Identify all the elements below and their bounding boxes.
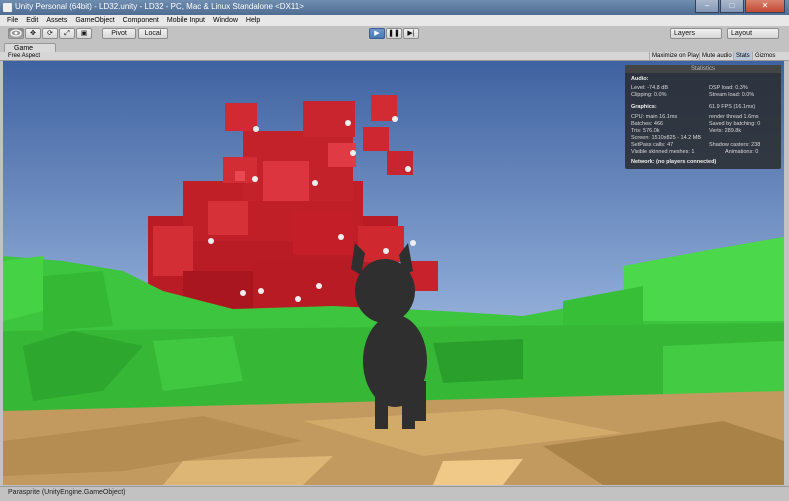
scale-tool-button[interactable]: ⤢: [59, 28, 75, 39]
network-readout: Network: (no players connected): [631, 159, 717, 165]
skinned-meshes-readout: Visible skinned meshes: 1: [631, 149, 695, 155]
menu-gameobject[interactable]: GameObject: [75, 15, 114, 26]
status-text: Parasprite (UnityEngine.GameObject): [8, 489, 126, 496]
maximize-on-play-toggle[interactable]: Maximize on Play: [649, 52, 701, 60]
menu-window[interactable]: Window: [213, 15, 238, 26]
tab-game[interactable]: Game: [4, 43, 56, 52]
layers-dropdown[interactable]: Layers: [670, 28, 722, 39]
menu-mobile-input[interactable]: Mobile Input: [167, 15, 205, 26]
scale-icon: ⤢: [64, 30, 70, 37]
verts-readout: Verts: 289.8k: [709, 128, 742, 134]
menu-component[interactable]: Component: [123, 15, 159, 26]
cpu-readout: CPU: main 16.1ms: [631, 114, 678, 120]
play-button[interactable]: ▶: [369, 28, 385, 39]
eye-icon: [10, 29, 22, 37]
game-tab-label: Game: [14, 45, 34, 52]
play-icon: ▶: [374, 30, 380, 37]
screen-readout: Screen: 1510x825 - 14.2 MB: [631, 135, 702, 141]
statistics-title: Statistics: [625, 65, 781, 73]
layout-label: Layout: [731, 30, 753, 37]
rotate-icon: ⟳: [47, 30, 53, 37]
pause-button[interactable]: ❚❚: [386, 28, 402, 39]
rect-tool-button[interactable]: ▣: [76, 28, 92, 39]
menu-assets[interactable]: Assets: [46, 15, 67, 26]
pivot-toggle[interactable]: Pivot: [102, 28, 136, 39]
aspect-dropdown[interactable]: Free Aspect: [8, 52, 40, 60]
move-icon: ✥: [30, 30, 36, 37]
local-toggle[interactable]: Local: [138, 28, 168, 39]
game-viewport[interactable]: Statistics Audio: Level: -74.8 dB DSP lo…: [3, 61, 784, 485]
maximize-button[interactable]: □: [720, 0, 744, 13]
render-thread-readout: render thread 1.6ms: [709, 114, 759, 120]
animations-readout: Animations: 0: [725, 149, 759, 155]
layout-dropdown[interactable]: Layout: [727, 28, 779, 39]
pause-icon: ❚❚: [388, 30, 400, 37]
status-bar: Parasprite (UnityEngine.GameObject): [0, 486, 789, 501]
title-bar: Unity Personal (64bit) - LD32.unity - LD…: [0, 0, 789, 15]
stats-toggle[interactable]: Stats: [733, 52, 752, 60]
stream-load: Stream load: 0.0%: [709, 92, 755, 98]
game-view-toolbar: Free Aspect Maximize on Play Mute audio …: [0, 52, 789, 61]
statistics-overlay: Statistics Audio: Level: -74.8 dB DSP lo…: [625, 65, 781, 169]
minimize-button[interactable]: –: [695, 0, 719, 13]
rotate-tool-button[interactable]: ⟳: [42, 28, 58, 39]
menu-file[interactable]: File: [7, 15, 18, 26]
unity-app-icon: [3, 3, 12, 12]
fps-readout: 61.9 FPS (16.1ms): [709, 104, 756, 110]
batches-readout: Batches: 466: [631, 121, 664, 127]
window-controls: – □ ✕: [695, 0, 785, 13]
step-icon: ▶|: [407, 30, 415, 37]
gizmos-dropdown[interactable]: Gizmos: [752, 52, 777, 60]
close-button[interactable]: ✕: [745, 0, 785, 13]
setpass-readout: SetPass calls: 47: [631, 142, 674, 148]
audio-level: Level: -74.8 dB: [631, 85, 668, 91]
rect-icon: ▣: [80, 30, 88, 37]
main-toolbar: ✥ ⟳ ⤢ ▣ Pivot Local ▶ ❚❚ ▶| Layers Layou…: [0, 26, 789, 43]
tab-bar: Game: [0, 42, 789, 52]
mute-audio-toggle[interactable]: Mute audio: [699, 52, 734, 60]
layers-label: Layers: [674, 30, 696, 37]
tris-readout: Tris: 576.0k: [631, 128, 660, 134]
local-label: Local: [144, 30, 162, 37]
shadow-casters-readout: Shadow casters: 238: [709, 142, 761, 148]
pivot-label: Pivot: [111, 30, 127, 37]
saved-batching-readout: Saved by batching: 0: [709, 121, 761, 127]
audio-label: Audio:: [631, 76, 649, 82]
audio-clipping: Clipping: 0.0%: [631, 92, 667, 98]
menu-help[interactable]: Help: [246, 15, 260, 26]
step-button[interactable]: ▶|: [403, 28, 419, 39]
dsp-load: DSP load: 0.3%: [709, 85, 748, 91]
menu-bar: File Edit Assets GameObject Component Mo…: [0, 15, 789, 26]
graphics-label: Graphics:: [631, 104, 657, 110]
hand-tool-button[interactable]: [8, 28, 24, 39]
menu-edit[interactable]: Edit: [26, 15, 38, 26]
move-tool-button[interactable]: ✥: [25, 28, 41, 39]
window-title: Unity Personal (64bit) - LD32.unity - LD…: [15, 2, 304, 11]
